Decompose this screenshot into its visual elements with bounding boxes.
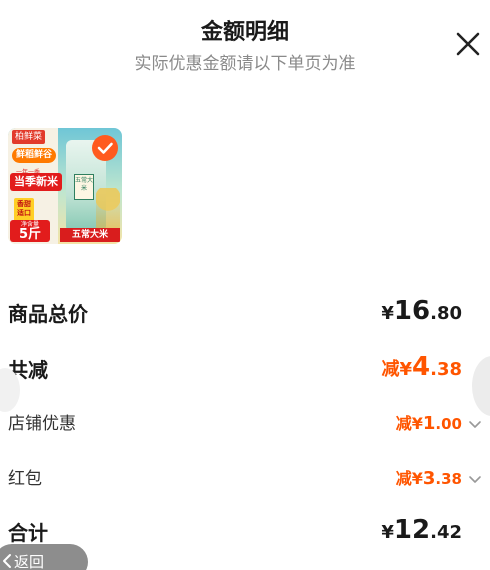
amount-detail-sheet: 金额明细 实际优惠金额请以下单页为准 柏鲜菜 鲜稻鲜谷 一年一季 当季新米 香甜… [0, 0, 490, 570]
red-packet-int: 3 [422, 468, 436, 489]
brand-tag: 柏鲜菜 [12, 130, 46, 144]
shop-discount-dec: .00 [435, 415, 462, 433]
chevron-down-icon[interactable] [468, 472, 482, 486]
chevron-left-icon [3, 554, 11, 568]
total-discount-int: 4 [412, 352, 431, 382]
red-packet-value[interactable]: 减¥3.38 [396, 465, 462, 489]
shop-discount-label: 店铺优惠 [8, 414, 76, 434]
product-thumbnail[interactable]: 柏鲜菜 鲜稻鲜谷 一年一季 当季新米 香甜适口 净含量 5斤 五常大米 五常大米 [8, 128, 122, 244]
page-subtitle: 实际优惠金额请以下单页为准 [134, 54, 356, 74]
shop-discount-prefix: 减¥ [395, 414, 423, 433]
check-icon [97, 142, 113, 154]
grand-total-int: 12 [393, 515, 431, 545]
back-button[interactable]: 返回 [0, 544, 88, 570]
total-discount-prefix: 减¥ [381, 359, 413, 380]
total-discount-value: 减¥4.38 [381, 352, 462, 382]
total-discount-dec: .38 [430, 359, 462, 380]
grand-total-label: 合计 [8, 521, 48, 545]
red-packet-label: 红包 [8, 469, 42, 489]
net-weight-value: 5斤 [18, 227, 42, 242]
total-price-dec: .80 [430, 303, 462, 324]
grand-total-prefix: ¥ [381, 522, 394, 543]
shop-discount-int: 1 [422, 413, 436, 434]
season-tag: 当季新米 [10, 173, 62, 191]
grand-total-value: ¥12.42 [381, 515, 462, 545]
weight-badge: 净含量 5斤 [10, 220, 50, 242]
variety-tag: 五常大米 [60, 228, 120, 242]
red-packet-dec: .38 [435, 470, 462, 488]
chevron-down-icon[interactable] [468, 417, 482, 431]
back-button-label: 返回 [14, 553, 45, 570]
grand-total-dec: .42 [430, 522, 462, 543]
shop-discount-value[interactable]: 减¥1.00 [396, 410, 462, 434]
selected-check[interactable] [92, 135, 118, 161]
total-price-label: 商品总价 [8, 302, 88, 326]
fresh-tag: 鲜稻鲜谷 [12, 148, 57, 163]
total-price-int: 16 [393, 296, 431, 326]
close-button[interactable] [452, 28, 484, 60]
side-scroll-handle-right [472, 356, 490, 416]
red-packet-prefix: 减¥ [395, 469, 423, 488]
page-title: 金额明细 [200, 20, 289, 45]
total-price-value: ¥16.80 [381, 296, 462, 326]
total-price-prefix: ¥ [381, 303, 394, 324]
bag-label: 五常大米 [74, 174, 94, 200]
close-icon [456, 32, 480, 56]
